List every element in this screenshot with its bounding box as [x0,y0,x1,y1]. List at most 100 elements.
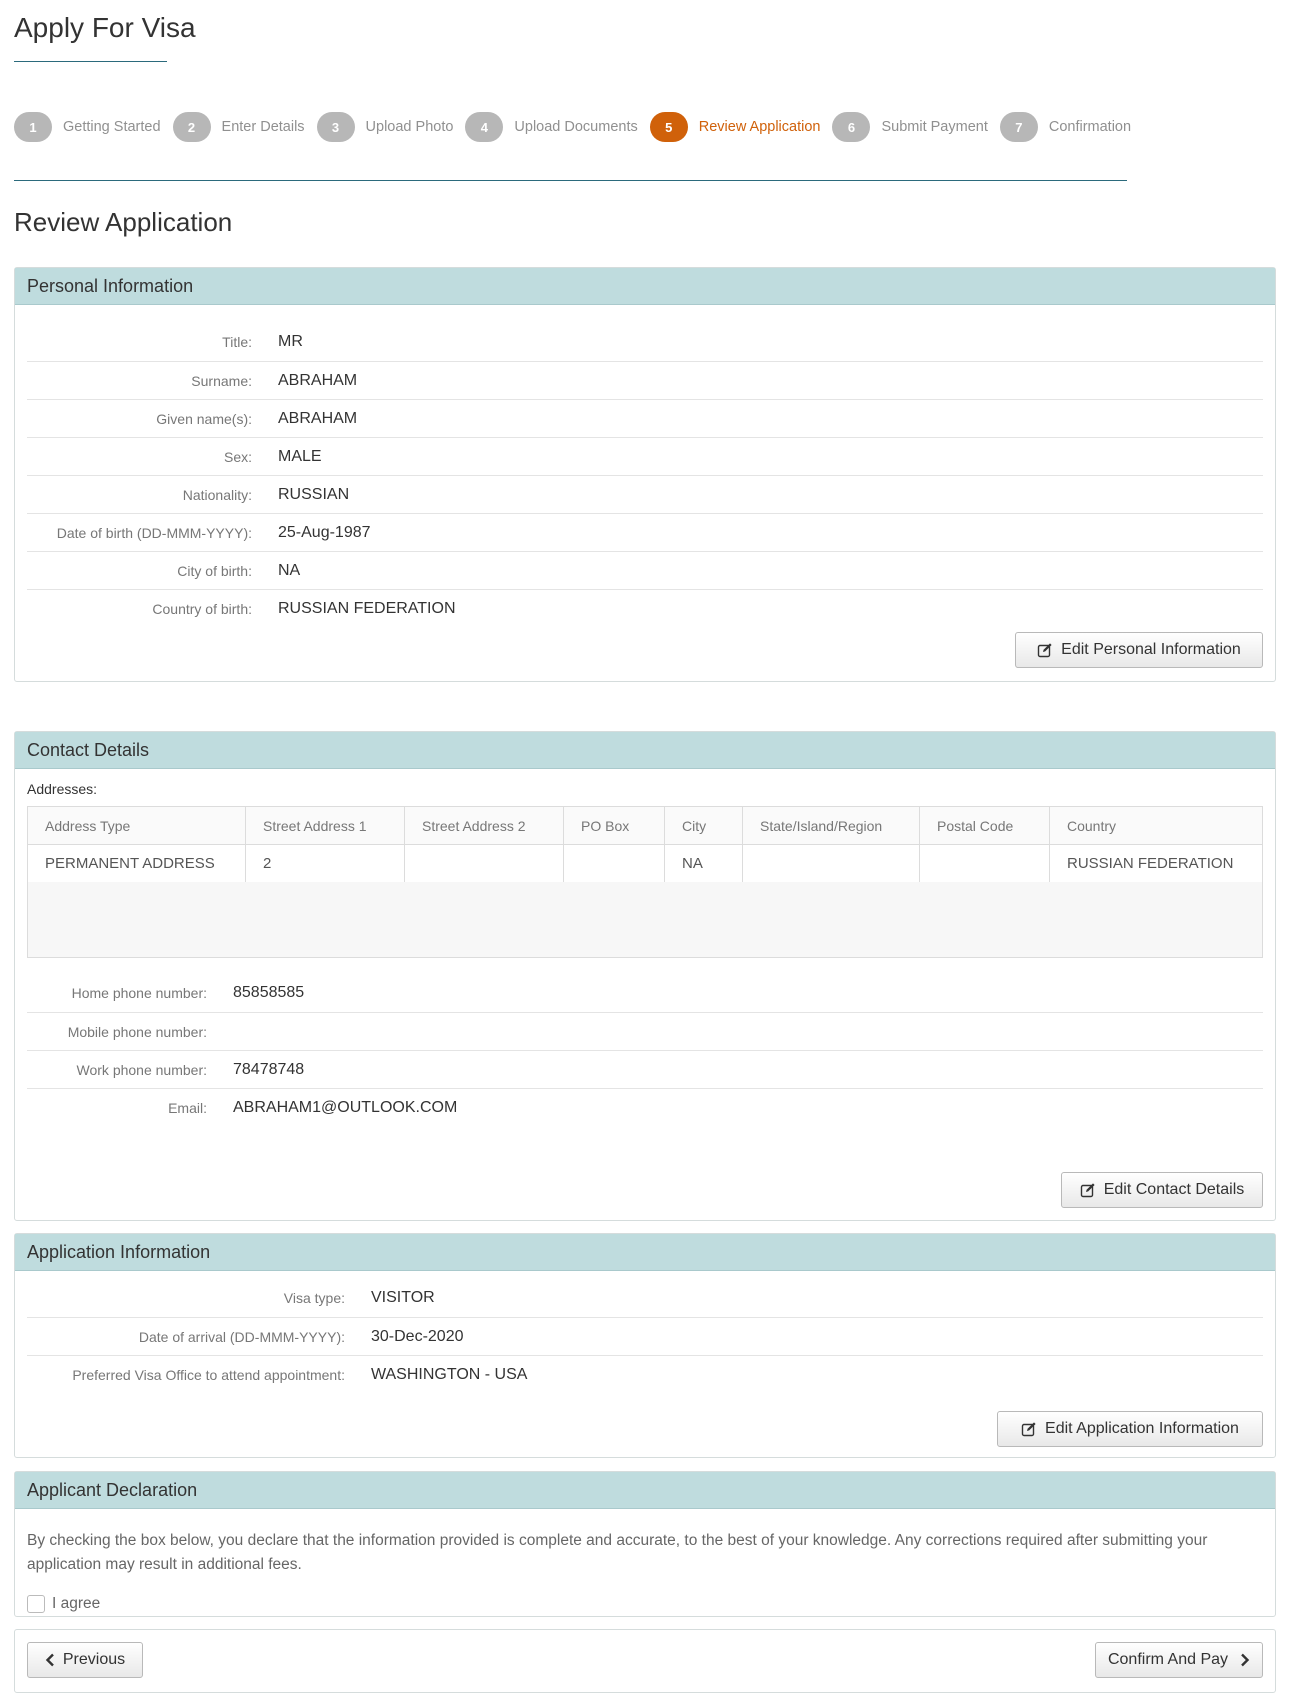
contact-value: 85858585 [233,984,305,1001]
detail-label: Visa type: [283,1290,345,1306]
step-enter-details[interactable]: 2 Enter Details [172,112,305,142]
declaration-text: By checking the box below, you declare t… [27,1532,1208,1573]
detail-value: MALE [278,447,322,465]
detail-label: Sex: [223,448,252,465]
column-header: Postal Code [919,806,1050,845]
panel-heading: Personal Information [15,268,1275,305]
detail-value: 25-Aug-1987 [278,523,371,541]
step-submit-payment[interactable]: 6 Submit Payment [832,112,988,142]
edit-personal-information-button[interactable]: Edit Personal Information [1015,632,1263,668]
step-review-application[interactable]: 5 Review Application [649,112,820,142]
detail-row: Sex: MALE [27,437,1263,475]
agree-checkbox-group[interactable]: I agree [27,1595,100,1613]
detail-label: Date of birth (DD-MMM-YYYY): [56,524,252,541]
detail-value: 30-Dec-2020 [371,1327,464,1345]
detail-label: Country of birth: [152,600,252,617]
column-header: Street Address 2 [404,806,564,845]
panel-heading: Contact Details [15,732,1275,769]
detail-row: Surname: ABRAHAM [27,361,1263,399]
contact-row: Work phone number: 78478748 [27,1050,1263,1088]
form-navigation-panel: Previous Confirm And Pay [14,1629,1276,1693]
previous-button[interactable]: Previous [27,1642,143,1678]
section-title: Review Application [14,207,233,237]
step-number: 5 [649,112,688,142]
detail-row: Country of birth: RUSSIAN FEDERATION [27,589,1263,627]
button-label: Edit Personal Information [1061,641,1241,658]
edit-icon [1021,1422,1036,1437]
agree-label: I agree [52,1595,101,1612]
detail-value: RUSSIAN FEDERATION [278,599,456,617]
agree-checkbox[interactable] [27,1595,45,1613]
detail-label: Nationality: [182,486,252,503]
step-label: Submit Payment [881,119,988,135]
contact-value: ABRAHAM1@OUTLOOK.COM [233,1098,458,1116]
detail-row: Nationality: RUSSIAN [27,475,1263,513]
step-upload-photo[interactable]: 3 Upload Photo [316,112,453,142]
contact-row: Mobile phone number: [27,1012,1263,1050]
confirm-and-pay-button[interactable]: Confirm And Pay [1095,1642,1263,1678]
title-underline [14,61,167,62]
detail-label: Surname: [191,372,252,389]
step-confirmation[interactable]: 7 Confirmation [999,112,1131,142]
contact-value: 78478748 [233,1060,305,1078]
chevron-left-icon [45,1653,54,1667]
addresses-label: Addresses: [27,781,98,797]
table-cell: RUSSIAN FEDERATION [1049,844,1263,883]
application-information-panel: Application Information Visa type: VISIT… [14,1233,1276,1458]
step-number: 6 [832,112,871,142]
personal-information-panel: Personal Information Title: MR Surname: … [14,267,1276,682]
column-header: City [664,806,743,845]
edit-contact-details-button[interactable]: Edit Contact Details [1061,1172,1263,1208]
edit-application-information-button[interactable]: Edit Application Information [997,1411,1263,1447]
detail-value: ABRAHAM [278,371,358,389]
detail-row: Given name(s): ABRAHAM [27,399,1263,437]
table-cell [563,844,665,883]
column-header: Country [1049,806,1263,845]
step-getting-started[interactable]: 1 Getting Started [14,112,161,142]
edit-icon [1080,1183,1095,1198]
edit-icon [1037,643,1052,658]
table-row: PERMANENT ADDRESS 2 NA RUSSIAN FEDERATIO… [27,844,1263,883]
stepper-divider [14,180,1127,181]
step-number: 7 [999,112,1038,142]
detail-value: RUSSIAN [278,485,350,503]
contact-details-panel: Contact Details Addresses: Address Type … [14,731,1276,1221]
step-number: 3 [316,112,355,142]
applicant-declaration-panel: Applicant Declaration By checking the bo… [14,1471,1276,1617]
chevron-right-icon [1241,1653,1250,1667]
detail-value: MR [278,333,303,350]
column-header: State/Island/Region [742,806,920,845]
panel-heading: Applicant Declaration [15,1472,1275,1509]
table-cell [404,844,564,883]
addresses-table: Address Type Street Address 1 Street Add… [27,806,1263,883]
detail-label: Date of arrival (DD-MMM-YYYY): [138,1328,345,1345]
step-label: Getting Started [63,119,161,135]
step-upload-documents[interactable]: 4 Upload Documents [465,112,638,142]
column-header: Street Address 1 [245,806,405,845]
button-label: Edit Contact Details [1103,1181,1245,1198]
detail-label: Title: [222,334,252,350]
addresses-table-footer [27,882,1263,958]
detail-label: Given name(s): [156,410,252,427]
detail-label: City of birth: [177,562,252,579]
table-header-row: Address Type Street Address 1 Street Add… [27,806,1263,845]
contact-row: Email: ABRAHAM1@OUTLOOK.COM [27,1088,1263,1126]
contact-label: Mobile phone number: [67,1023,207,1040]
step-number: 2 [172,112,211,142]
contact-label: Email: [168,1099,207,1116]
progress-stepper: 1 Getting Started 2 Enter Details 3 Uplo… [14,112,1143,142]
step-label: Enter Details [221,119,305,135]
detail-label: Preferred Visa Office to attend appointm… [72,1366,345,1383]
button-label: Confirm And Pay [1107,1651,1229,1668]
table-cell: NA [664,844,743,883]
page-title: Apply For Visa [14,12,196,43]
table-cell: 2 [245,844,405,883]
column-header: Address Type [27,806,246,845]
detail-row: Preferred Visa Office to attend appointm… [27,1355,1263,1393]
contact-row: Home phone number: 85858585 [27,974,1263,1012]
step-number: 4 [465,112,504,142]
detail-row: Date of arrival (DD-MMM-YYYY): 30-Dec-20… [27,1317,1263,1355]
button-label: Edit Application Information [1045,1420,1239,1437]
contact-label: Work phone number: [76,1061,207,1078]
table-cell [742,844,920,883]
